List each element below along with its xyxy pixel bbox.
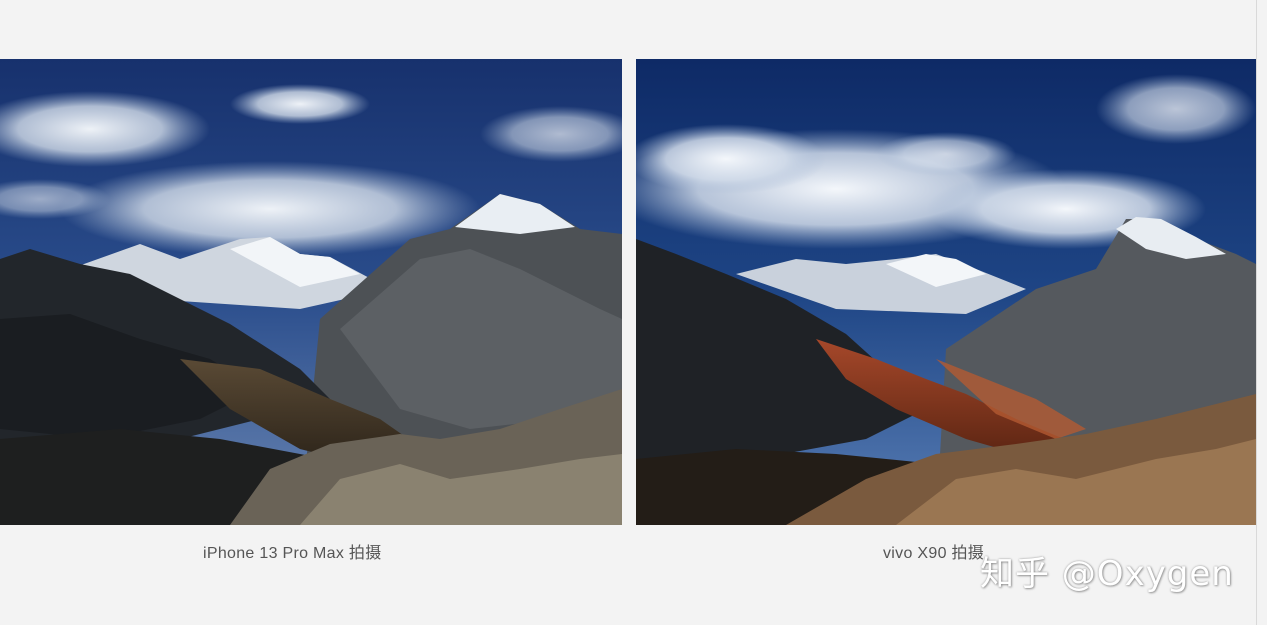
photo-vivo-image: [636, 59, 1256, 525]
photo-iphone: [0, 59, 622, 525]
caption-iphone: iPhone 13 Pro Max 拍摄: [203, 545, 382, 562]
caption-vivo: vivo X90 拍摄: [883, 545, 985, 562]
watermark-text: 知乎 @Oxygen: [980, 554, 1234, 594]
photo-vivo: [636, 59, 1256, 525]
photo-iphone-image: [0, 59, 622, 525]
page-edge-divider: [1256, 0, 1257, 625]
